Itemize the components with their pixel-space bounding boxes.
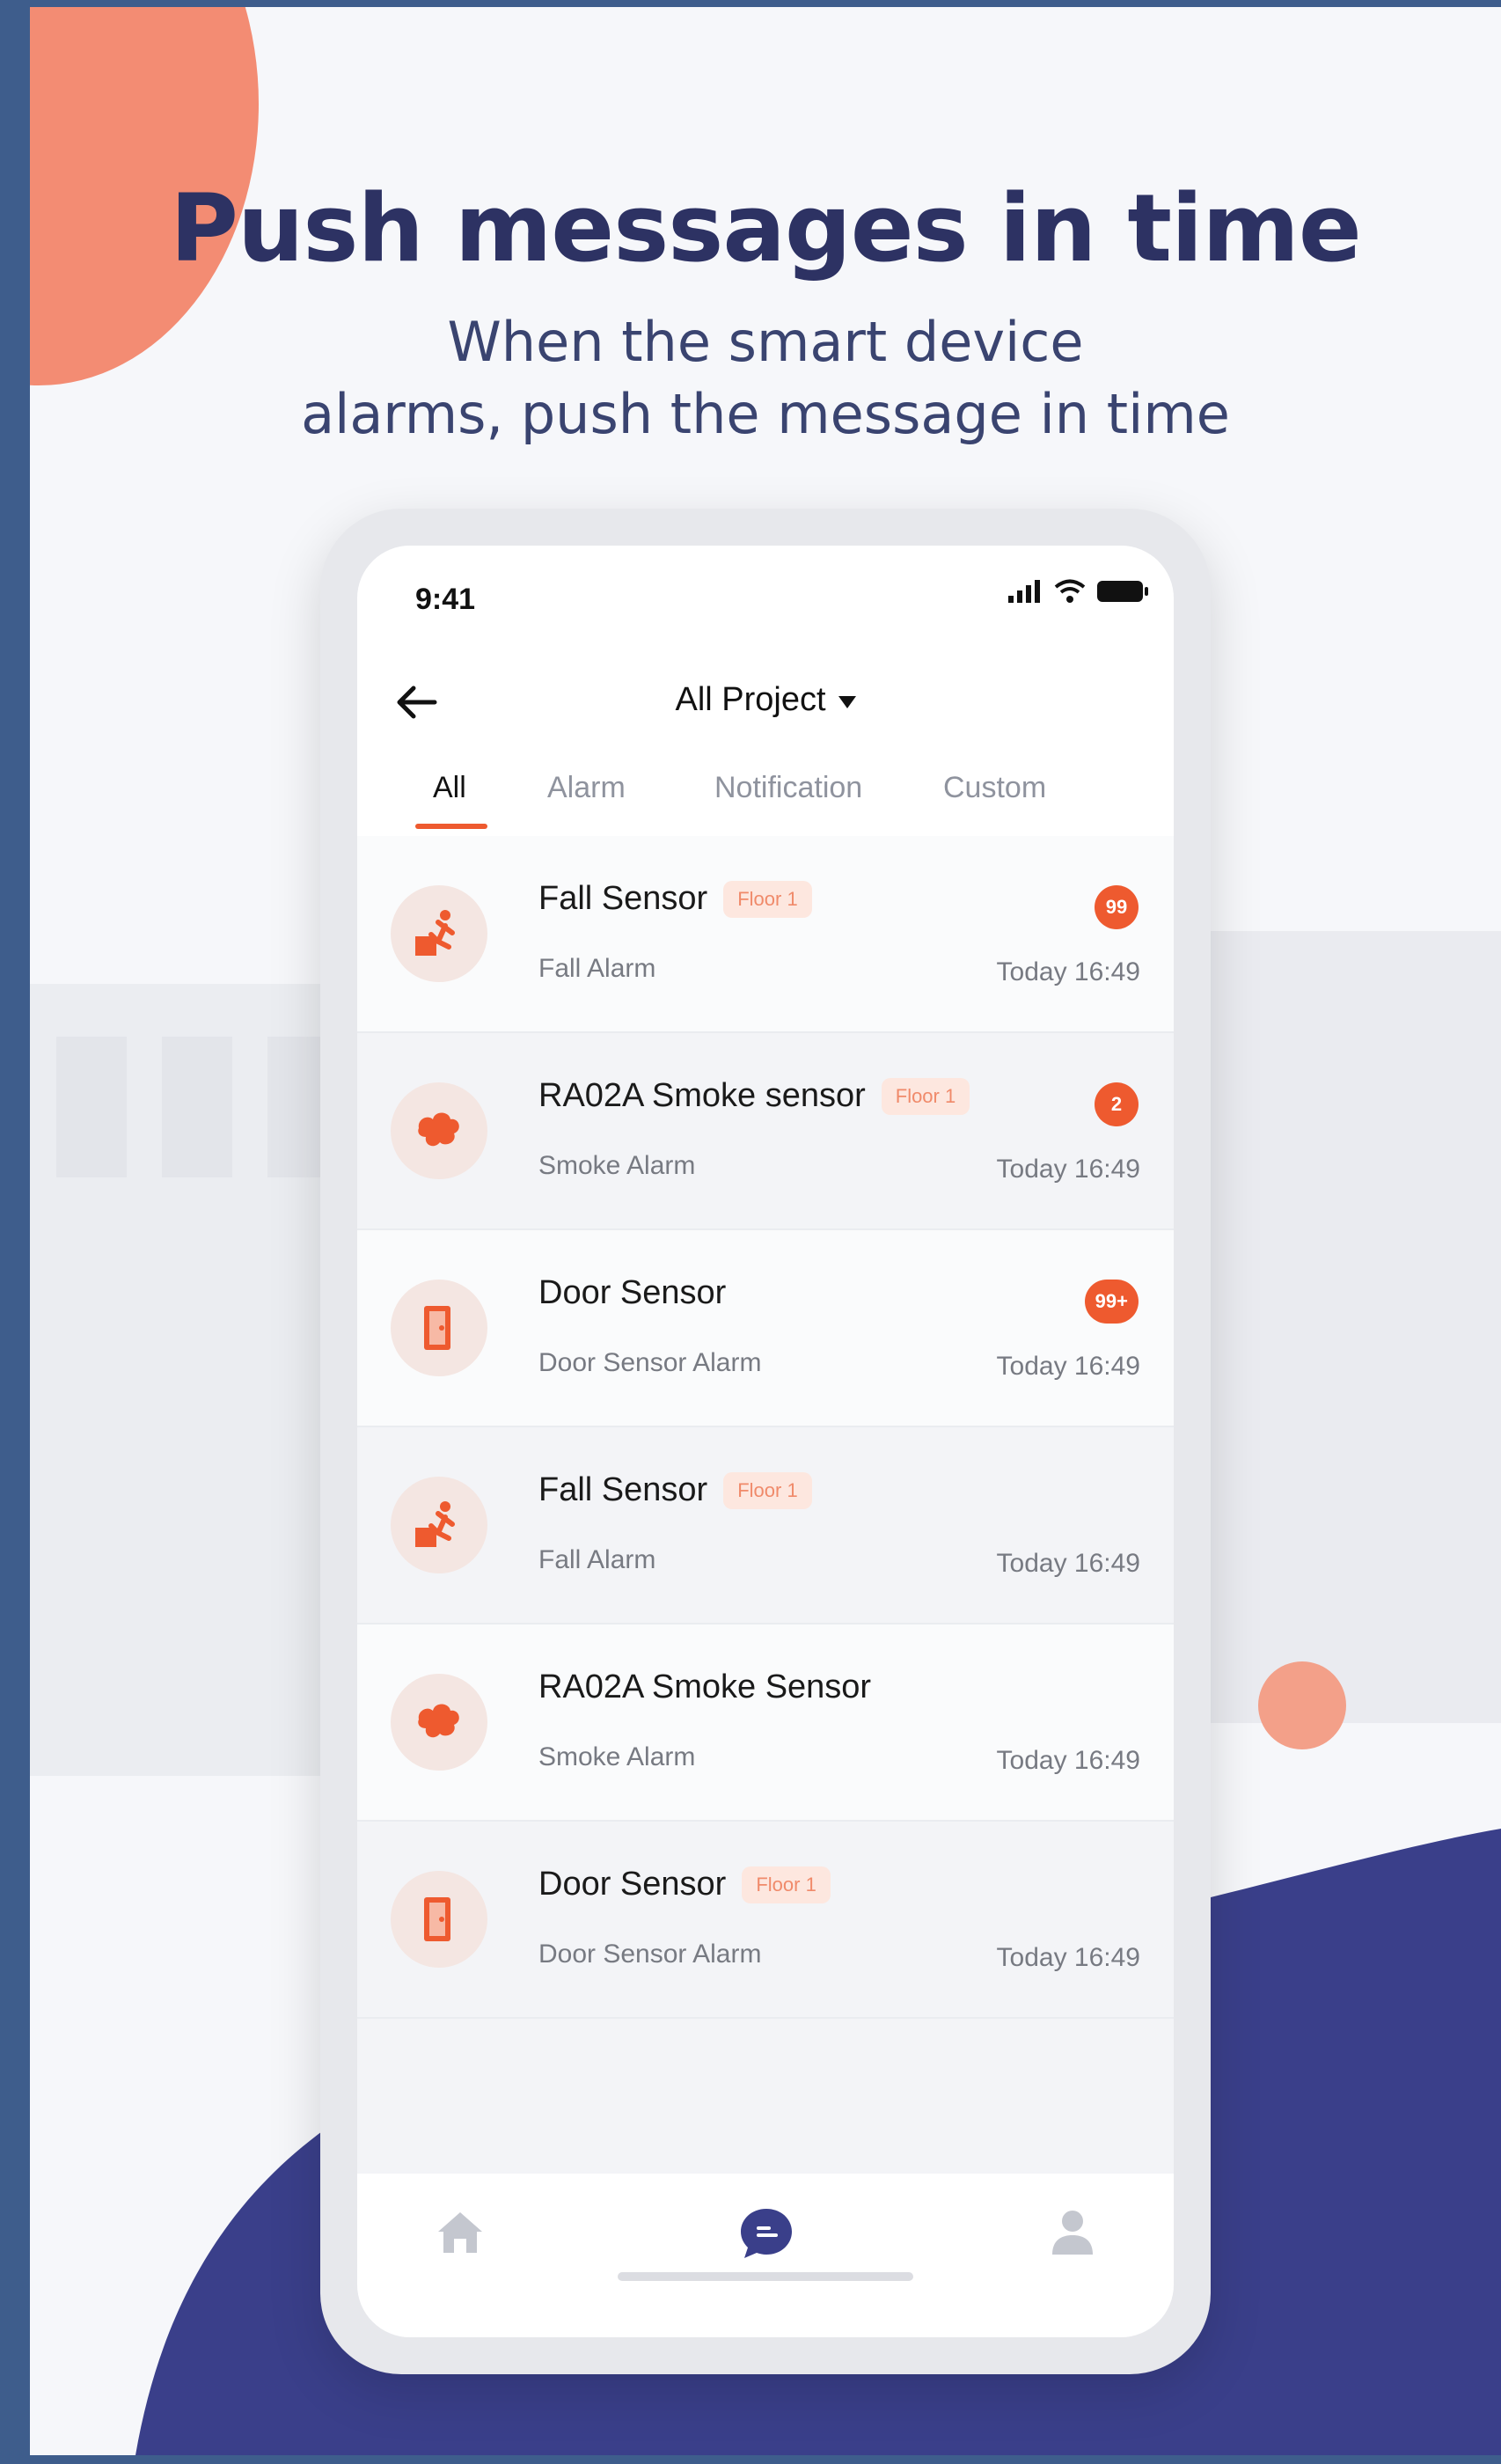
message-title: Fall Sensor <box>538 1471 708 1508</box>
fall-sensor-icon <box>391 1477 487 1573</box>
message-subtitle: Door Sensor Alarm <box>538 1940 762 1969</box>
message-subtitle: Door Sensor Alarm <box>538 1348 762 1377</box>
message-title: RA02A Smoke sensor <box>538 1077 866 1114</box>
message-title-group: RA02A Smoke Sensor <box>538 1668 871 1706</box>
message-title: Door Sensor <box>538 1274 727 1311</box>
subheadline: When the smart device alarms, push the m… <box>30 306 1501 451</box>
message-time: Today 16:49 <box>996 1746 1140 1775</box>
home-icon[interactable] <box>431 2204 489 2262</box>
promo-canvas: Push messages in time When the smart dev… <box>30 7 1501 2455</box>
coral-decor-dot <box>1258 1661 1346 1749</box>
message-title-group: Fall Sensor Floor 1 <box>538 880 812 918</box>
message-title-group: Fall Sensor Floor 1 <box>538 1471 812 1509</box>
tab-alarm[interactable]: Alarm <box>547 771 626 805</box>
phone-mockup: 9:41 All Project All Alarm Notification … <box>320 509 1211 2374</box>
message-row[interactable]: Fall Sensor Floor 1 Fall Alarm Today 16:… <box>357 836 1174 1033</box>
message-title: Door Sensor <box>538 1866 727 1903</box>
smoke-sensor-icon <box>391 1082 487 1179</box>
status-icons <box>1008 579 1149 604</box>
door-sensor-icon <box>391 1871 487 1968</box>
profile-icon[interactable] <box>1043 2204 1102 2262</box>
active-tab-indicator <box>415 824 487 829</box>
message-subtitle: Fall Alarm <box>538 1545 656 1574</box>
unread-badge: 99 <box>1095 885 1139 929</box>
message-row[interactable]: Fall Sensor Floor 1 Fall Alarm Today 16:… <box>357 1427 1174 1624</box>
home-indicator <box>618 2272 913 2281</box>
status-bar: 9:41 <box>357 546 1174 651</box>
message-row[interactable]: RA02A Smoke sensor Floor 1 Smoke Alarm T… <box>357 1033 1174 1230</box>
tab-custom[interactable]: Custom <box>943 771 1046 805</box>
nav-bar: All Project <box>357 651 1174 748</box>
message-time: Today 16:49 <box>996 1549 1140 1578</box>
message-time: Today 16:49 <box>996 957 1140 986</box>
tab-bar: All Alarm Notification Custom <box>357 748 1174 836</box>
unread-badge: 99+ <box>1084 1280 1139 1324</box>
floor-tag: Floor 1 <box>881 1077 970 1115</box>
door-sensor-icon <box>391 1280 487 1376</box>
message-time: Today 16:49 <box>996 1352 1140 1381</box>
message-subtitle: Smoke Alarm <box>538 1151 696 1180</box>
message-row[interactable]: Door Sensor Door Sensor Alarm Today 16:4… <box>357 1230 1174 1427</box>
floor-tag: Floor 1 <box>723 880 812 918</box>
message-title: RA02A Smoke Sensor <box>538 1668 872 1705</box>
message-subtitle: Smoke Alarm <box>538 1742 696 1771</box>
message-title-group: Door Sensor <box>538 1274 726 1312</box>
phone-screen: 9:41 All Project All Alarm Notification … <box>357 546 1174 2337</box>
message-title-group: Door Sensor Floor 1 <box>538 1866 831 1903</box>
bottom-nav <box>357 2174 1174 2337</box>
subheadline-line-1: When the smart device <box>447 310 1084 374</box>
status-time: 9:41 <box>415 583 476 616</box>
unread-badge: 2 <box>1095 1082 1139 1126</box>
signal-icon <box>1008 580 1040 603</box>
tab-notification[interactable]: Notification <box>714 771 862 805</box>
project-selector-label: All Project <box>675 680 826 718</box>
wifi-icon <box>1054 579 1086 603</box>
message-row[interactable]: Door Sensor Floor 1 Door Sensor Alarm To… <box>357 1822 1174 2019</box>
message-title: Fall Sensor <box>538 880 708 917</box>
message-time: Today 16:49 <box>996 1943 1140 1972</box>
fall-sensor-icon <box>391 885 487 982</box>
smoke-sensor-icon <box>391 1674 487 1771</box>
battery-icon <box>1097 581 1148 602</box>
message-time: Today 16:49 <box>996 1155 1140 1184</box>
caret-down-icon <box>838 696 856 708</box>
floor-tag: Floor 1 <box>742 1866 831 1903</box>
message-icon[interactable] <box>737 2204 795 2262</box>
tab-all[interactable]: All <box>433 771 466 805</box>
message-row[interactable]: RA02A Smoke Sensor Smoke Alarm Today 16:… <box>357 1624 1174 1822</box>
message-subtitle: Fall Alarm <box>538 954 656 983</box>
floor-tag: Floor 1 <box>723 1471 812 1509</box>
message-title-group: RA02A Smoke sensor Floor 1 <box>538 1077 970 1115</box>
project-selector[interactable]: All Project <box>357 651 1174 748</box>
headline: Push messages in time <box>170 174 1361 282</box>
subheadline-line-2: alarms, push the message in time <box>301 382 1230 446</box>
message-list: Fall Sensor Floor 1 Fall Alarm Today 16:… <box>357 836 1174 2019</box>
